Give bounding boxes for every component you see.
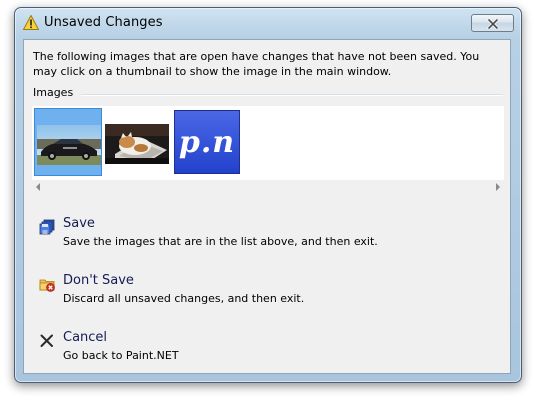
- thumbnail-horizontal-scrollbar[interactable]: [32, 180, 504, 194]
- window-title: Unsaved Changes: [44, 15, 163, 30]
- images-group-divider: [81, 94, 503, 96]
- unsaved-changes-dialog: Unsaved Changes The following images tha…: [14, 7, 522, 383]
- dialog-description: The following images that are open have …: [33, 50, 480, 78]
- images-group-label: Images: [33, 86, 74, 99]
- car-photo-image: [37, 125, 101, 165]
- cancel-description: Go back to Paint.NET: [63, 349, 179, 362]
- scroll-left-arrow-icon[interactable]: [36, 183, 40, 191]
- close-icon: [487, 14, 499, 33]
- thumbnail-list[interactable]: p.n: [32, 106, 504, 180]
- dont-save-icon: [39, 276, 55, 292]
- title-bar[interactable]: Unsaved Changes: [15, 8, 521, 38]
- cancel-button[interactable]: Cancel Go back to Paint.NET: [34, 327, 494, 373]
- pn-logo-thumbnail[interactable]: p.n: [173, 108, 241, 176]
- pn-logo-image: p.n: [174, 110, 240, 174]
- cat-keyboard-image: [105, 124, 169, 164]
- cancel-x-icon: [39, 333, 55, 349]
- dont-save-title: Don't Save: [63, 273, 134, 288]
- warning-icon: [22, 14, 40, 30]
- close-button[interactable]: [471, 14, 514, 32]
- car-photo-thumbnail[interactable]: [34, 108, 102, 176]
- cancel-title: Cancel: [63, 330, 108, 345]
- scroll-right-arrow-icon[interactable]: [496, 183, 500, 191]
- save-description: Save the images that are in the list abo…: [63, 235, 378, 248]
- dont-save-description: Discard all unsaved changes, and then ex…: [63, 292, 305, 305]
- cat-keyboard-thumbnail[interactable]: [103, 108, 171, 176]
- pn-logo-text: p.n: [178, 124, 236, 160]
- save-button[interactable]: Save Save the images that are in the lis…: [34, 213, 494, 259]
- dont-save-button[interactable]: Don't Save Discard all unsaved changes, …: [34, 270, 494, 316]
- dialog-content: The following images that are open have …: [23, 39, 511, 374]
- save-icon: [39, 219, 55, 235]
- save-title: Save: [63, 216, 95, 231]
